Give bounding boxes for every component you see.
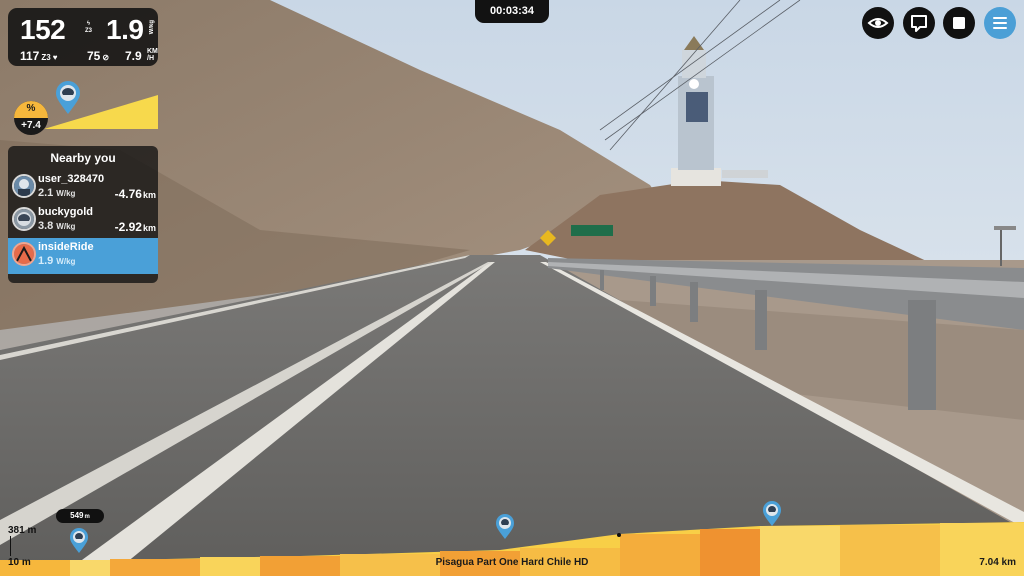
stop-button[interactable] <box>943 7 975 39</box>
heart-icon: ♥ <box>52 53 58 62</box>
rider-name: insideRide <box>38 241 94 253</box>
chat-icon <box>911 15 927 32</box>
cadence-value: 75 <box>87 49 101 63</box>
cadence-icon: ⊘ <box>102 53 110 62</box>
heart-rate-value: 152 <box>20 14 66 45</box>
metrics-panel: 152 ϟ Z3 1.9 W/kg 117 Z3 ♥ 75 ⊘ 7.9 KM/H <box>8 8 158 66</box>
rider-gap: -4.76km <box>114 187 156 201</box>
ride-video-scene <box>0 0 1024 576</box>
cadence-readout: 75 ⊘ <box>87 49 109 63</box>
brand-avatar-icon <box>12 242 36 266</box>
max-elevation-label: 381 m <box>8 525 37 536</box>
nearby-rider[interactable]: user_328470 2.1 W/kg -4.76km <box>8 170 158 203</box>
power-zone: Z3 <box>41 53 51 62</box>
rider-gap: -2.92km <box>114 220 156 234</box>
gradient-value: +7.4 <box>21 120 41 131</box>
power-value: 117 <box>20 49 40 63</box>
menu-button[interactable] <box>984 7 1016 39</box>
rider-wkg: 1.9 W/kg <box>38 255 76 267</box>
view-toggle-button[interactable] <box>862 7 894 39</box>
eye-icon <box>867 18 889 28</box>
lightning-icon: ϟ <box>86 21 91 27</box>
route-length: 7.04 km <box>979 557 1016 568</box>
rider-location-pin-icon <box>56 81 80 114</box>
power-readout: 117 Z3 ♥ <box>20 49 57 63</box>
rider-marker-icon <box>496 514 514 539</box>
gradient-badge: % +7.4 <box>14 101 48 135</box>
rider-marker-icon <box>763 501 781 526</box>
speed-value: 7.9 <box>125 49 142 63</box>
heart-rate-zone: ϟ Z3 <box>85 21 93 34</box>
position-distance-tag: 549m <box>56 509 104 523</box>
nearby-rider[interactable]: buckygold 3.8 W/kg -2.92km <box>8 203 158 236</box>
menu-icon <box>993 17 1007 29</box>
wkg-value: 1.9 <box>106 14 144 45</box>
speed-unit: KM/H <box>147 48 158 62</box>
helmet-avatar-icon <box>12 207 36 231</box>
stop-icon <box>953 17 965 29</box>
current-rider[interactable]: insideRide 1.9 W/kg <box>8 238 158 274</box>
route-name: Pisagua Part One Hard Chile HD <box>435 557 589 568</box>
elevation-scale-line <box>10 536 11 556</box>
nearby-title: Nearby you <box>50 151 116 165</box>
nearby-panel: Nearby you user_328470 2.1 W/kg -4.76km b… <box>8 146 158 283</box>
chat-button[interactable] <box>903 7 935 39</box>
rider-wkg: 3.8 W/kg <box>38 220 76 232</box>
cyclist-avatar-icon <box>12 174 36 198</box>
wkg-unit: W/kg <box>149 20 155 35</box>
elapsed-timer: 00:03:34 <box>475 0 549 23</box>
my-position-marker-icon <box>70 528 88 553</box>
gradient-label: % <box>26 103 36 114</box>
rider-name: user_328470 <box>38 173 105 185</box>
rider-name: buckygold <box>38 206 94 218</box>
rider-wkg: 2.1 W/kg <box>38 187 76 199</box>
